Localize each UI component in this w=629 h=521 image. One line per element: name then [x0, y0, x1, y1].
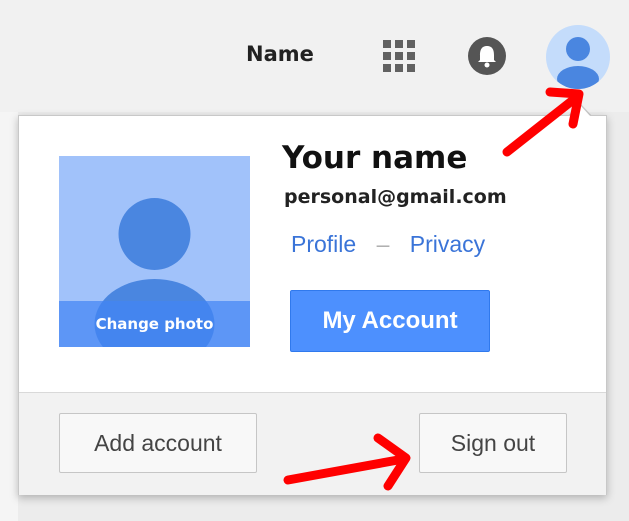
page-background-strip — [0, 112, 18, 521]
add-account-button[interactable]: Add account — [59, 413, 257, 473]
account-links: Profile – Privacy — [291, 231, 485, 258]
user-name-label[interactable]: Name — [246, 42, 314, 66]
change-photo-button[interactable]: Change photo — [59, 301, 250, 347]
profile-link[interactable]: Profile — [291, 231, 356, 257]
apps-grid-icon[interactable] — [382, 39, 416, 73]
account-name: Your name — [282, 140, 468, 176]
bell-icon[interactable] — [467, 36, 507, 76]
annotation-arrow-avatar — [502, 87, 584, 157]
link-separator: – — [376, 231, 390, 257]
sign-out-button[interactable]: Sign out — [419, 413, 567, 473]
profile-photo[interactable]: Change photo — [59, 156, 250, 347]
account-email: personal@gmail.com — [284, 186, 507, 208]
annotation-arrow-sign-out — [283, 433, 411, 491]
privacy-link[interactable]: Privacy — [410, 231, 485, 257]
my-account-button[interactable]: My Account — [290, 290, 490, 352]
